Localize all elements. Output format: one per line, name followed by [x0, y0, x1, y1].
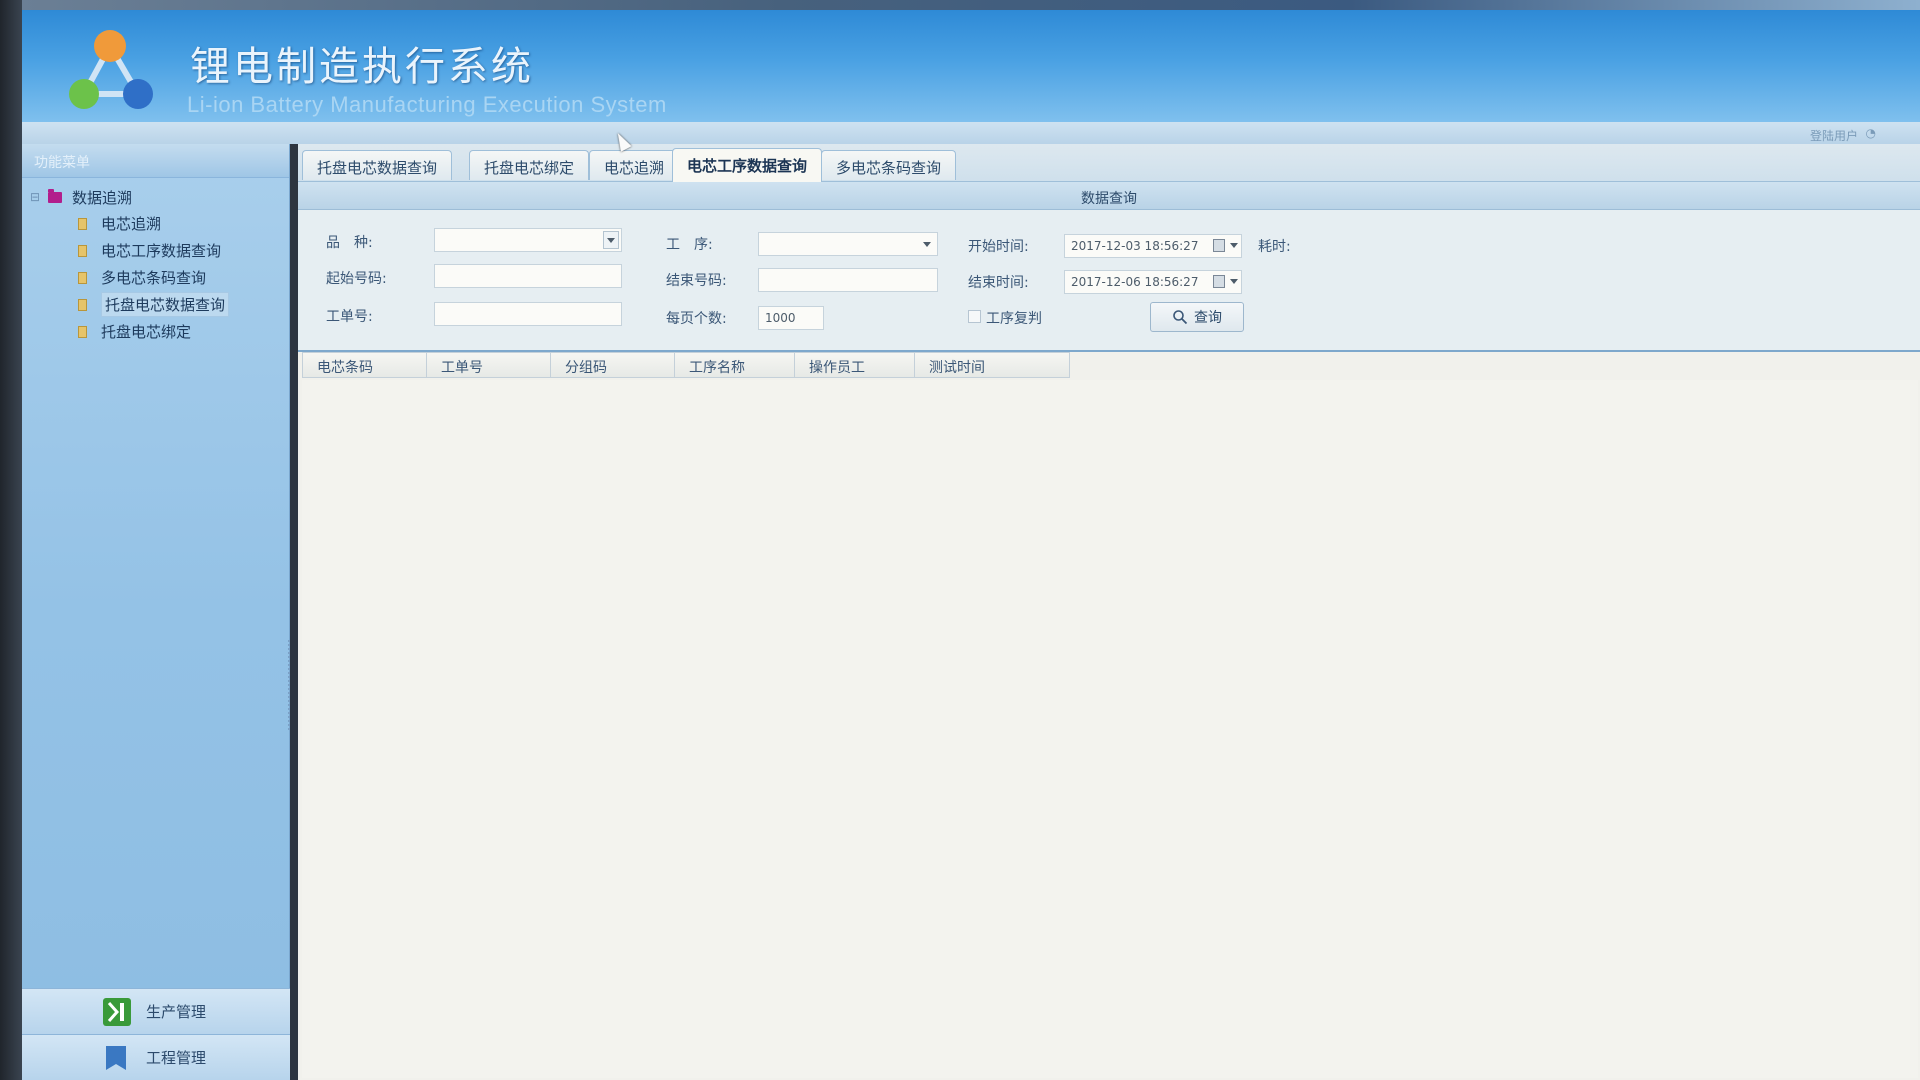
app-logo-icon — [69, 30, 153, 109]
column-header-group-code[interactable]: 分组码 — [551, 353, 675, 377]
tree-root-label: 数据追溯 — [72, 188, 133, 207]
main-panel: 托盘电芯数据查询 托盘电芯绑定 电芯追溯 电芯工序数据查询 多电芯条码查询 数据… — [298, 144, 1920, 1080]
accordion-engineering[interactable]: 工程管理 — [22, 1034, 290, 1080]
tab-tray-cell-bind[interactable]: 托盘电芯绑定 — [469, 150, 590, 180]
engineering-icon — [106, 1045, 126, 1070]
column-header-process-name[interactable]: 工序名称 — [675, 353, 795, 377]
elapsed-label: 耗时: — [1258, 239, 1291, 255]
user-icon[interactable]: ◔ — [1866, 126, 1876, 140]
document-icon — [78, 217, 87, 230]
start-time-label: 开始时间: — [968, 239, 1029, 255]
start-code-label: 起始号码: — [326, 271, 387, 287]
sidebar-item-label: 电芯工序数据查询 — [101, 242, 222, 260]
calendar-icon[interactable] — [1213, 239, 1225, 252]
column-header-work-order[interactable]: 工单号 — [427, 353, 551, 377]
column-header-cell-barcode[interactable]: 电芯条码 — [303, 353, 427, 377]
work-order-label: 工单号: — [326, 309, 373, 325]
start-code-input[interactable] — [434, 264, 622, 288]
sidebar-item-label: 电芯追溯 — [101, 215, 162, 233]
sidebar-item-multi-barcode-query[interactable]: 多电芯条码查询 — [30, 264, 289, 291]
search-icon — [1173, 310, 1188, 325]
table-body — [302, 380, 1918, 1078]
production-icon — [103, 997, 131, 1026]
process-repeat-label: 工序复判 — [986, 311, 1042, 327]
app-subtitle: Li-ion Battery Manufacturing Execution S… — [187, 92, 667, 117]
document-icon — [78, 271, 87, 284]
start-time-picker[interactable]: 2017-12-03 18:56:27 — [1064, 234, 1242, 258]
sidebar-item-label: 托盘电芯数据查询 — [101, 292, 230, 317]
chevron-down-icon[interactable] — [1230, 243, 1238, 248]
tree-root-data-trace[interactable]: ⊟ 数据追溯 — [30, 184, 289, 210]
sidebar-accordion: 生产管理 工程管理 — [22, 988, 290, 1080]
end-time-picker[interactable]: 2017-12-06 18:56:27 — [1064, 270, 1242, 294]
page-size-value: 1000 — [765, 311, 796, 325]
screen-bezel — [0, 0, 22, 1080]
page-size-label: 每页个数: — [666, 311, 727, 327]
dropdown-button[interactable] — [603, 231, 619, 249]
end-code-input[interactable] — [758, 268, 938, 292]
chevron-down-icon[interactable] — [923, 242, 931, 247]
accordion-label: 工程管理 — [146, 1049, 207, 1067]
process-label: 工 序: — [666, 237, 713, 253]
tab-cell-process-query[interactable]: 电芯工序数据查询 — [672, 148, 823, 182]
query-button[interactable]: 查询 — [1150, 302, 1244, 332]
sidebar-splitter-handle[interactable] — [288, 640, 296, 730]
sidebar-item-tray-cell-bind[interactable]: 托盘电芯绑定 — [30, 318, 289, 345]
sidebar-item-label: 多电芯条码查询 — [101, 269, 207, 287]
tab-multi-barcode-query[interactable]: 多电芯条码查询 — [821, 150, 957, 180]
document-icon — [78, 244, 87, 257]
app-header: 锂电制造执行系统 Li-ion Battery Manufacturing Ex… — [22, 10, 1920, 122]
accordion-production[interactable]: 生产管理 — [22, 988, 290, 1034]
panel-title: 数据查询 — [298, 182, 1920, 210]
window-top-strip — [22, 0, 1920, 10]
process-select[interactable] — [758, 232, 938, 256]
process-repeat-checkbox[interactable] — [968, 310, 981, 323]
table-header: 电芯条码 工单号 分组码 工序名称 操作员工 测试时间 — [302, 352, 1070, 378]
end-time-value: 2017-12-06 18:56:27 — [1071, 275, 1199, 289]
folder-icon — [48, 188, 62, 203]
login-user-link[interactable]: 登陆用户 — [1810, 127, 1858, 144]
calendar-icon[interactable] — [1213, 275, 1225, 288]
document-icon — [78, 325, 87, 338]
tab-tray-cell-query[interactable]: 托盘电芯数据查询 — [302, 150, 453, 180]
sidebar: 功能菜单 ⊟ 数据追溯 电芯追溯 电芯工序数据查询 多电芯条码查询 托盘电芯数据… — [22, 144, 290, 1080]
sidebar-heading: 功能菜单 — [22, 144, 289, 178]
document-icon — [78, 298, 87, 311]
tab-cell-trace[interactable]: 电芯追溯 — [589, 150, 680, 180]
end-time-label: 结束时间: — [968, 275, 1029, 291]
sidebar-item-cell-process-query[interactable]: 电芯工序数据查询 — [30, 237, 289, 264]
start-time-value: 2017-12-03 18:56:27 — [1071, 239, 1199, 253]
chevron-down-icon — [607, 238, 615, 243]
column-header-test-time[interactable]: 测试时间 — [915, 353, 1069, 377]
nav-tree: ⊟ 数据追溯 电芯追溯 电芯工序数据查询 多电芯条码查询 托盘电芯数据查询 托盘… — [22, 178, 289, 345]
query-form: 品 种: 工 序: 开始时间: 2017-12-03 18:56:27 耗时: … — [298, 210, 1920, 352]
header-subbar: 登陆用户 ◔ — [22, 122, 1920, 144]
page-size-input[interactable]: 1000 — [758, 306, 824, 330]
sidebar-item-cell-trace[interactable]: 电芯追溯 — [30, 210, 289, 237]
tab-bar: 托盘电芯数据查询 托盘电芯绑定 电芯追溯 电芯工序数据查询 多电芯条码查询 — [298, 144, 1920, 182]
variety-select[interactable] — [434, 228, 622, 252]
column-header-operator[interactable]: 操作员工 — [795, 353, 915, 377]
query-button-label: 查询 — [1194, 310, 1222, 326]
variety-label: 品 种: — [326, 235, 373, 251]
chevron-down-icon[interactable] — [1230, 279, 1238, 284]
work-order-input[interactable] — [434, 302, 622, 326]
end-code-label: 结束号码: — [666, 273, 727, 289]
sidebar-item-tray-cell-query[interactable]: 托盘电芯数据查询 — [30, 291, 289, 318]
accordion-label: 生产管理 — [146, 1003, 207, 1021]
sidebar-item-label: 托盘电芯绑定 — [101, 323, 192, 341]
collapse-icon[interactable]: ⊟ — [30, 190, 42, 204]
app-title: 锂电制造执行系统 — [190, 44, 534, 90]
